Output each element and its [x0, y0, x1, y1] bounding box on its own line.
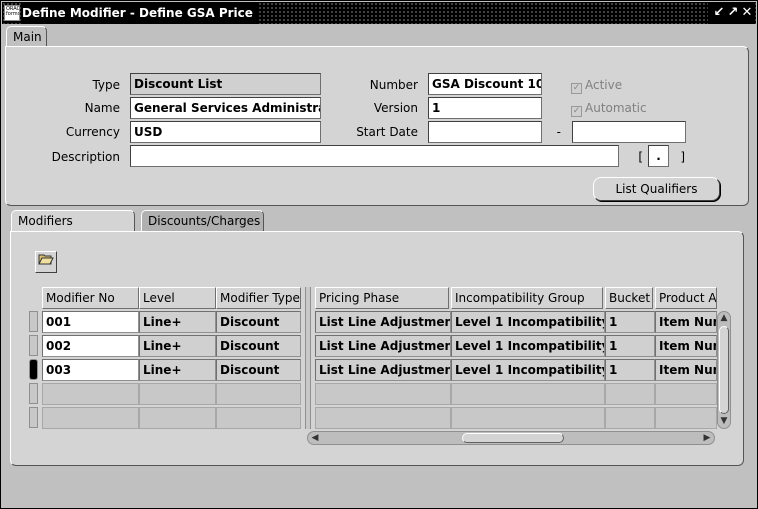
- scroll-right-icon[interactable]: ▶: [702, 432, 712, 444]
- row-selector[interactable]: [29, 407, 38, 428]
- split-divider[interactable]: [305, 287, 311, 429]
- description-label: Description: [51, 150, 120, 164]
- empty-cell[interactable]: [605, 383, 655, 405]
- date-separator: -: [556, 125, 561, 139]
- empty-cell[interactable]: [42, 383, 139, 405]
- empty-cell[interactable]: [139, 383, 216, 405]
- empty-cell[interactable]: [315, 407, 451, 429]
- empty-cell[interactable]: [655, 383, 717, 405]
- column-header-pricing-phase[interactable]: Pricing Phase: [315, 287, 449, 309]
- title-bar[interactable]: ORACLE forms Define Modifier - Define GS…: [2, 2, 756, 24]
- modifier-no-cell[interactable]: 003: [42, 359, 139, 381]
- version-label: Version: [373, 101, 418, 115]
- modifier-type-cell[interactable]: Discount: [216, 335, 301, 357]
- empty-cell[interactable]: [139, 407, 216, 429]
- incompatibility-group-cell[interactable]: Level 1 Incompatibility: [451, 335, 605, 357]
- define-modifier-window: ORACLE forms Define Modifier - Define GS…: [0, 0, 758, 509]
- empty-cell[interactable]: [216, 407, 301, 429]
- empty-cell[interactable]: [42, 407, 139, 429]
- column-header-modifier-no[interactable]: Modifier No: [42, 287, 139, 309]
- minimize-icon[interactable]: ↙: [712, 2, 726, 24]
- number-field[interactable]: GSA Discount 100: [428, 73, 542, 95]
- column-header-modifier-type[interactable]: Modifier Type: [216, 287, 301, 309]
- modifier-type-cell[interactable]: Discount: [216, 359, 301, 381]
- product-cell[interactable]: Item Num: [655, 311, 717, 333]
- scroll-up-icon[interactable]: ▲: [718, 313, 730, 323]
- product-cell[interactable]: Item Num: [655, 359, 717, 381]
- column-header-level[interactable]: Level: [139, 287, 216, 309]
- flex-field[interactable]: .: [648, 145, 669, 167]
- empty-cell[interactable]: [655, 407, 717, 429]
- modifier-no-cell[interactable]: 001: [42, 311, 139, 333]
- row-selector[interactable]: [29, 335, 38, 356]
- flex-bracket-left: [: [638, 150, 643, 164]
- row-selector[interactable]: [29, 383, 38, 404]
- pricing-phase-cell[interactable]: List Line Adjustment: [315, 335, 451, 357]
- name-label: Name: [84, 101, 120, 115]
- bucket-cell[interactable]: 1: [605, 335, 655, 357]
- row-selector-active[interactable]: [29, 359, 38, 380]
- type-field[interactable]: Discount List: [130, 73, 321, 95]
- bucket-cell[interactable]: 1: [605, 311, 655, 333]
- modifier-type-cell[interactable]: Discount: [216, 311, 301, 333]
- number-label: Number: [369, 78, 418, 92]
- column-header-product[interactable]: Product A: [655, 287, 717, 309]
- scroll-left-icon[interactable]: ◀: [310, 432, 320, 444]
- name-field[interactable]: General Services Administrati: [130, 97, 321, 119]
- end-date-field[interactable]: [572, 121, 686, 143]
- level-cell[interactable]: Line+: [139, 311, 216, 333]
- row-selector[interactable]: [29, 311, 38, 332]
- tab-modifiers-summary[interactable]: Modifiers Summary: [11, 210, 135, 248]
- version-field[interactable]: 1: [428, 97, 542, 119]
- vertical-scrollbar[interactable]: ▲ ▼: [717, 311, 731, 429]
- tab-main[interactable]: Main: [6, 26, 47, 47]
- window-title: Define Modifier - Define GSA Price: [22, 2, 259, 24]
- start-date-label: Start Date: [356, 125, 418, 139]
- vertical-scroll-thumb[interactable]: [719, 326, 729, 414]
- oracle-form-icon: ORACLE forms: [4, 5, 20, 21]
- tab-discounts-charges[interactable]: Discounts/Charges: [141, 210, 264, 231]
- level-cell[interactable]: Line+: [139, 335, 216, 357]
- list-qualifiers-button[interactable]: List Qualifiers: [593, 177, 720, 201]
- product-cell[interactable]: Item Num: [655, 335, 717, 357]
- modifier-no-cell[interactable]: 002: [42, 335, 139, 357]
- currency-field[interactable]: USD: [130, 121, 321, 143]
- active-label: Active: [585, 78, 623, 92]
- start-date-field[interactable]: [428, 121, 542, 143]
- currency-label: Currency: [65, 125, 120, 139]
- description-field[interactable]: [130, 145, 619, 167]
- level-cell[interactable]: Line+: [139, 359, 216, 381]
- bucket-cell[interactable]: 1: [605, 359, 655, 381]
- window-controls: ↙ ↗ ✕: [708, 2, 754, 24]
- empty-cell[interactable]: [216, 383, 301, 405]
- empty-cell[interactable]: [451, 383, 605, 405]
- empty-cell[interactable]: [605, 407, 655, 429]
- maximize-icon[interactable]: ↗: [726, 2, 740, 24]
- pricing-phase-cell[interactable]: List Line Adjustment: [315, 359, 451, 381]
- horizontal-scrollbar[interactable]: ◀ ▶: [307, 431, 715, 445]
- pricing-phase-cell[interactable]: List Line Adjustment: [315, 311, 451, 333]
- automatic-checkbox[interactable]: ✓ Automatic: [571, 101, 647, 117]
- column-header-bucket[interactable]: Bucket: [605, 287, 653, 309]
- checkmark-icon: ✓: [571, 106, 582, 117]
- empty-cell[interactable]: [451, 407, 605, 429]
- type-label: Type: [92, 78, 120, 92]
- folder-open-icon[interactable]: [35, 251, 57, 273]
- horizontal-scroll-thumb[interactable]: [462, 433, 564, 443]
- close-icon[interactable]: ✕: [740, 2, 754, 24]
- column-header-incompatibility-group[interactable]: Incompatibility Group: [451, 287, 603, 309]
- active-checkbox[interactable]: ✓ Active: [571, 78, 622, 94]
- scroll-down-icon[interactable]: ▼: [718, 416, 730, 426]
- empty-cell[interactable]: [315, 383, 451, 405]
- automatic-label: Automatic: [585, 101, 647, 115]
- flex-bracket-right: ]: [680, 150, 685, 164]
- incompatibility-group-cell[interactable]: Level 1 Incompatibility: [451, 311, 605, 333]
- checkmark-icon: ✓: [571, 83, 582, 94]
- incompatibility-group-cell[interactable]: Level 1 Incompatibility: [451, 359, 605, 381]
